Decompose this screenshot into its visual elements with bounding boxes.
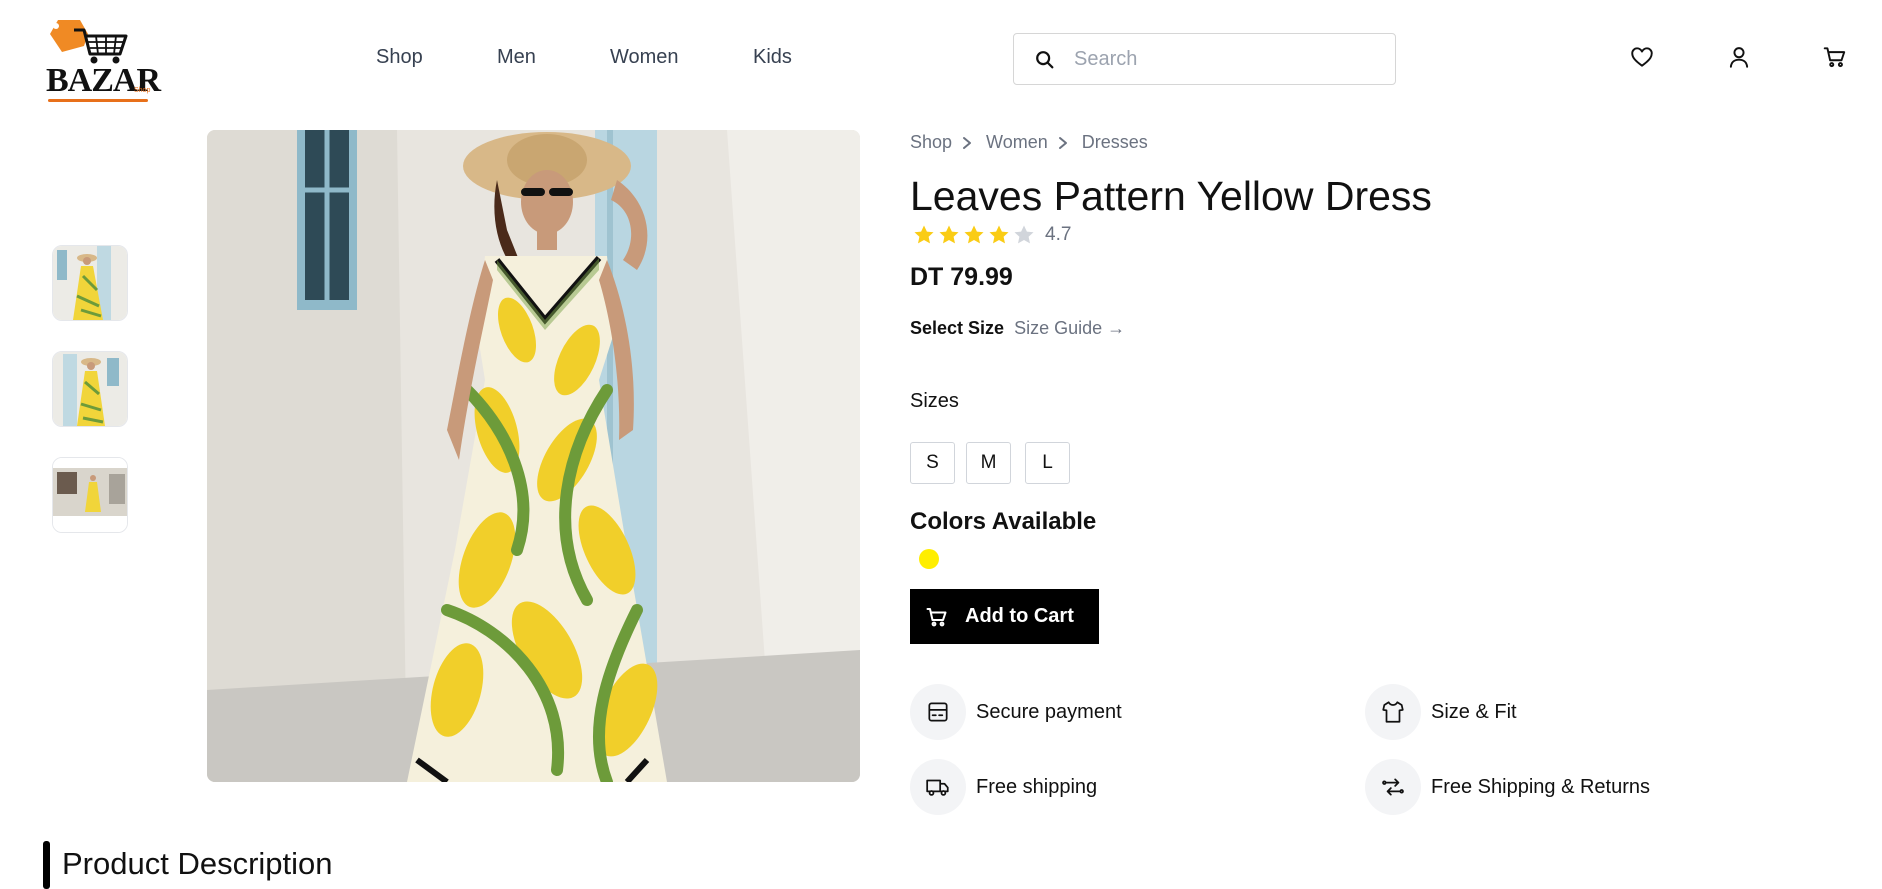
- search-box[interactable]: [1013, 33, 1396, 85]
- dress-thumbnail-image: [53, 458, 127, 532]
- nav-item-kids[interactable]: Kids: [753, 46, 792, 69]
- returns-icon: [1382, 778, 1404, 796]
- card-icon: [928, 702, 948, 722]
- star-empty-icon: [1014, 225, 1034, 244]
- logo-text: BAZAR: [46, 62, 161, 99]
- star-filled-icon: [989, 225, 1009, 244]
- rating-stars: [912, 223, 1037, 247]
- shirt-icon: [1382, 701, 1404, 723]
- feature-label: Size & Fit: [1431, 700, 1517, 723]
- nav-item-women[interactable]: Women: [610, 46, 679, 69]
- breadcrumb: Shop Women Dresses: [910, 132, 1148, 153]
- nav-item-shop[interactable]: Shop: [376, 46, 423, 69]
- star-filled-icon: [939, 225, 959, 244]
- size-option-m[interactable]: M: [966, 442, 1011, 484]
- breadcrumb-item-dresses[interactable]: Dresses: [1082, 132, 1148, 153]
- rating-value: 4.7: [1045, 224, 1072, 245]
- nav-item-men[interactable]: Men: [497, 46, 536, 69]
- feature-label: Free Shipping & Returns: [1431, 775, 1651, 798]
- truck-icon: [926, 779, 949, 796]
- feature-label: Free shipping: [976, 775, 1098, 798]
- size-guide-link[interactable]: Size Guide →: [1014, 318, 1125, 339]
- user-icon[interactable]: [1726, 44, 1752, 70]
- feature-free-shipping-returns: Free Shipping & Returns: [1365, 759, 1650, 815]
- breadcrumb-item-women[interactable]: Women: [986, 132, 1048, 153]
- section-accent-bar: [43, 841, 50, 889]
- brand-logo[interactable]: BAZAR Shop: [44, 16, 161, 102]
- colors-available-label: Colors Available: [910, 508, 1097, 535]
- chevron-right-icon: [1058, 136, 1067, 149]
- size-option-s[interactable]: S: [910, 442, 955, 484]
- search-icon: [1036, 51, 1054, 69]
- select-size-row: Select Size Size Guide →: [910, 318, 1125, 339]
- feature-size-fit: Size & Fit: [1365, 684, 1517, 740]
- color-swatch-yellow[interactable]: [919, 549, 939, 569]
- add-to-cart-button[interactable]: Add to Cart: [910, 589, 1099, 644]
- search-input[interactable]: [1074, 44, 1374, 74]
- select-size-label: Select Size: [910, 318, 1005, 338]
- product-title: Leaves Pattern Yellow Dress: [910, 173, 1432, 219]
- feature-free-shipping: Free shipping: [910, 759, 1097, 815]
- dress-photo: [207, 130, 860, 782]
- breadcrumb-item-shop[interactable]: Shop: [910, 132, 952, 153]
- logo-subtext: Shop: [134, 87, 151, 94]
- feature-secure-payment: Secure payment: [910, 684, 1122, 740]
- feature-label: Secure payment: [976, 700, 1122, 723]
- product-thumbnail[interactable]: [52, 457, 128, 533]
- star-filled-icon: [964, 225, 984, 244]
- dress-thumbnail-image: [53, 352, 127, 426]
- size-option-l[interactable]: L: [1025, 442, 1070, 484]
- product-description-title: Product Description: [62, 846, 333, 881]
- product-thumbnail[interactable]: [52, 351, 128, 427]
- cart-icon[interactable]: [1822, 44, 1848, 70]
- cart-icon: [926, 607, 947, 626]
- product-main-image[interactable]: [207, 130, 860, 782]
- sizes-label: Sizes: [910, 390, 959, 412]
- product-thumbnail[interactable]: [52, 245, 128, 321]
- product-rating: 4.7: [912, 223, 1071, 247]
- product-price: DT 79.99: [910, 263, 1013, 291]
- add-to-cart-label: Add to Cart: [965, 605, 1074, 627]
- heart-icon[interactable]: [1629, 44, 1655, 70]
- star-filled-icon: [914, 225, 934, 244]
- logo-underline: [48, 99, 148, 102]
- dress-thumbnail-image: [53, 246, 127, 320]
- chevron-right-icon: [963, 136, 972, 149]
